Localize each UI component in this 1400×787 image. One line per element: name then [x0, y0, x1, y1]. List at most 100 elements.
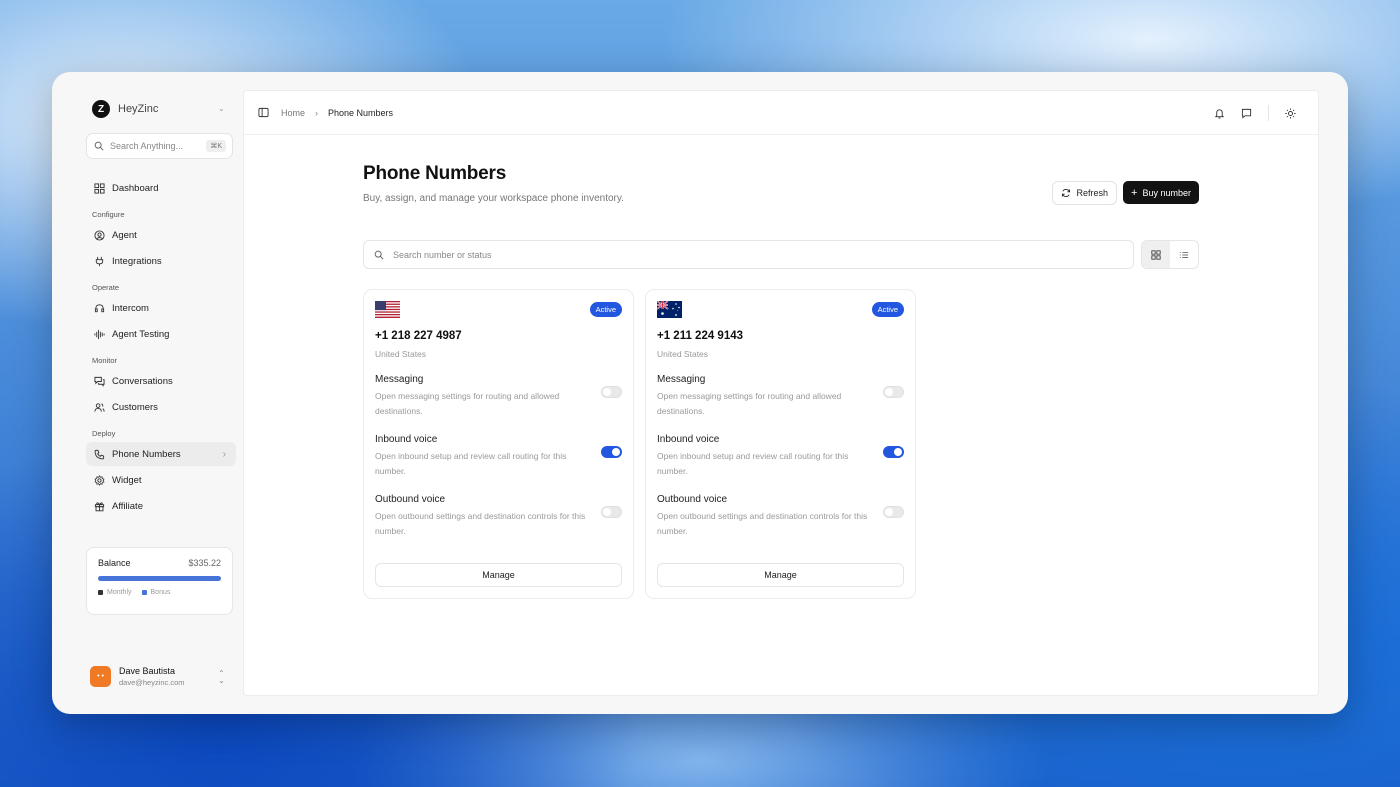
user-email: dave@heyzinc.com: [119, 678, 185, 687]
page-content: Phone Numbers Buy, assign, and manage yo…: [363, 163, 1199, 599]
balance-amount: $335.22: [188, 558, 221, 568]
sidebar-item-label: Phone Numbers: [112, 448, 181, 460]
section-operate: Operate: [92, 283, 120, 292]
sidebar-item-customers[interactable]: Customers: [86, 395, 236, 419]
chevron-right-icon: ›: [222, 448, 226, 460]
balance-label: Balance: [98, 558, 131, 568]
headset-icon: [94, 303, 105, 314]
sidebar-item-intercom[interactable]: Intercom: [86, 296, 236, 320]
top-actions: [1214, 105, 1296, 121]
buy-number-button[interactable]: + Buy number: [1123, 181, 1199, 204]
outbound-voice-setting: Outbound voice Open outbound settings an…: [375, 494, 622, 539]
search-icon: [373, 249, 384, 260]
balance-card: Balance $335.22 Monthly Bonus: [86, 547, 233, 615]
sidebar-item-label: Conversations: [112, 375, 173, 387]
refresh-icon: [1061, 188, 1072, 199]
waveform-icon: [94, 329, 105, 340]
manage-button[interactable]: Manage: [657, 563, 904, 587]
buy-number-label: Buy number: [1142, 187, 1191, 198]
setting-description: Open outbound settings and destination c…: [375, 511, 586, 536]
filter-row: Search number or status: [363, 240, 1199, 270]
workspace-switcher[interactable]: Z HeyZinc: [92, 100, 158, 118]
sidebar-item-agent[interactable]: Agent: [86, 223, 236, 247]
sidebar-item-label: Integrations: [112, 255, 162, 267]
users-icon: [94, 402, 105, 413]
outbound-voice-toggle[interactable]: [601, 506, 622, 518]
global-search[interactable]: Search Anything... ⌘K: [86, 133, 233, 159]
phone-number-card: Active +1 211 224 9143 United States Mes…: [645, 289, 916, 599]
chevron-up-down-icon: ⌃ ⌄: [218, 669, 225, 685]
top-bar: Home › Phone Numbers: [244, 91, 1318, 135]
breadcrumb: Home › Phone Numbers: [281, 108, 393, 118]
avatar: • •: [90, 666, 111, 687]
outbound-voice-toggle[interactable]: [883, 506, 904, 518]
sidebar: Z HeyZinc ⌄ Search Anything... ⌘K Dashbo…: [52, 72, 244, 714]
sidebar-item-phone-numbers[interactable]: Phone Numbers ›: [86, 442, 236, 466]
legend-monthly: Monthly: [98, 589, 132, 596]
sidebar-item-label: Affiliate: [112, 500, 143, 512]
outbound-voice-setting: Outbound voice Open outbound settings an…: [657, 494, 904, 539]
sidebar-item-label: Customers: [112, 401, 158, 413]
divider: [1268, 105, 1269, 121]
search-shortcut: ⌘K: [206, 140, 226, 152]
phone-number: +1 218 227 4987: [375, 330, 462, 342]
setting-title: Messaging: [657, 374, 706, 385]
grid-view-button[interactable]: [1142, 241, 1170, 268]
plus-icon: +: [1131, 186, 1138, 199]
view-toggle: [1141, 240, 1199, 269]
setting-description: Open messaging settings for routing and …: [657, 391, 842, 416]
country: United States: [657, 349, 709, 359]
status-badge: Active: [871, 302, 904, 317]
sidebar-item-integrations[interactable]: Integrations: [86, 249, 236, 273]
chevron-right-icon: ›: [315, 107, 319, 118]
section-monitor: Monitor: [92, 356, 118, 365]
sidebar-toggle-icon[interactable]: [258, 107, 269, 118]
legend-bonus: Bonus: [141, 589, 170, 596]
list-view-button[interactable]: [1170, 241, 1198, 268]
bell-icon[interactable]: [1214, 108, 1225, 119]
us-flag-icon: [375, 301, 400, 318]
sidebar-nav: Dashboard Configure Agent Integrations O…: [86, 176, 236, 520]
messaging-toggle[interactable]: [883, 386, 904, 398]
setting-title: Messaging: [375, 374, 424, 385]
inbound-voice-toggle[interactable]: [883, 446, 904, 458]
user-menu[interactable]: • • Dave Bautista dave@heyzinc.com ⌃ ⌄: [90, 666, 230, 687]
balance-legend: Monthly Bonus: [98, 589, 221, 596]
plug-icon: [94, 256, 105, 267]
manage-button[interactable]: Manage: [375, 563, 622, 587]
messaging-setting: Messaging Open messaging settings for ro…: [657, 374, 904, 419]
sidebar-item-label: Agent: [112, 229, 137, 241]
refresh-button[interactable]: Refresh: [1051, 181, 1118, 205]
section-deploy: Deploy: [92, 429, 116, 438]
sun-icon[interactable]: [1285, 107, 1296, 119]
user-name: Dave Bautista: [119, 666, 176, 676]
country: United States: [375, 349, 427, 359]
status-badge: Active: [589, 302, 622, 317]
sidebar-item-dashboard[interactable]: Dashboard: [86, 176, 236, 200]
setting-title: Outbound voice: [657, 494, 728, 505]
page-actions: Refresh + Buy number: [1051, 181, 1199, 205]
section-configure: Configure: [92, 210, 125, 219]
chat-bubbles-icon: [94, 376, 105, 387]
app-window: Z HeyZinc ⌄ Search Anything... ⌘K Dashbo…: [52, 72, 1348, 714]
inbound-voice-toggle[interactable]: [601, 446, 622, 458]
setting-title: Outbound voice: [375, 494, 446, 505]
sidebar-item-widget[interactable]: Widget: [86, 468, 236, 492]
main-panel: Home › Phone Numbers Phone Numbers Buy, …: [243, 90, 1319, 696]
message-icon[interactable]: [1241, 108, 1252, 119]
sidebar-item-conversations[interactable]: Conversations: [86, 369, 236, 393]
grid-icon: [94, 182, 105, 194]
breadcrumb-current: Phone Numbers: [328, 107, 394, 118]
sidebar-item-affiliate[interactable]: Affiliate: [86, 494, 236, 518]
number-search-input[interactable]: Search number or status: [363, 240, 1134, 269]
sidebar-item-agent-testing[interactable]: Agent Testing: [86, 322, 236, 346]
balance-progress-bar: [98, 576, 221, 581]
heyzinc-logo-icon: Z: [92, 100, 110, 118]
messaging-toggle[interactable]: [601, 386, 622, 398]
chevron-down-icon[interactable]: ⌄: [218, 104, 225, 113]
search-icon: [93, 141, 104, 152]
setting-description: Open outbound settings and destination c…: [657, 511, 868, 536]
phone-number-cards: Active +1 218 227 4987 United States Mes…: [363, 289, 916, 599]
sidebar-item-label: Widget: [112, 474, 142, 486]
breadcrumb-home[interactable]: Home: [281, 108, 305, 118]
